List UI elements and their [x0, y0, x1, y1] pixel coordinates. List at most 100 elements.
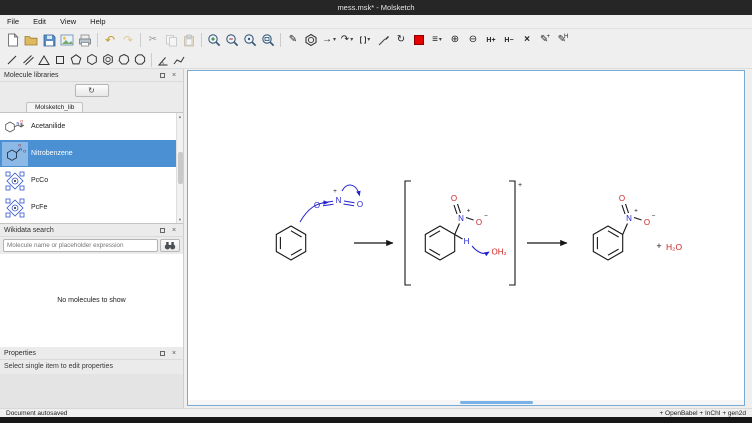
right-bracket[interactable] [509, 181, 515, 285]
menu-edit[interactable]: Edit [26, 17, 53, 26]
zoom-out-button[interactable] [223, 31, 241, 49]
library-scrollbar[interactable]: ▲ ▼ [176, 113, 183, 223]
tab-molsketch-lib[interactable]: Molsketch_lib [26, 102, 83, 112]
zoom-fit-icon [261, 33, 275, 47]
reactant-benzene[interactable] [276, 226, 305, 260]
bracket-tool-button[interactable]: [ ]▾ [356, 31, 374, 49]
zoom-in-button[interactable] [205, 31, 223, 49]
library-item-acetanilide[interactable]: NO Acetanilide [0, 113, 183, 140]
undo-button[interactable]: ↶ [101, 31, 119, 49]
chevron-down-icon: ▾ [350, 37, 353, 43]
atom-label-h[interactable]: H [464, 237, 470, 246]
bond-angle-template-button[interactable] [155, 52, 171, 67]
wikidata-search-input[interactable] [3, 239, 158, 252]
atom-label-n[interactable]: N [458, 214, 464, 223]
atom-label-n[interactable]: N [626, 214, 632, 223]
drawing-canvas[interactable]: O N O + + [187, 70, 745, 406]
nitronium-ion[interactable]: O N O + [300, 185, 363, 222]
title-bar[interactable]: mess.msk* - Molsketch [0, 0, 752, 15]
remove-hydrogen-button[interactable]: H− [500, 31, 518, 49]
double-bond-template-button[interactable] [20, 52, 36, 67]
curved-arrow-tool-button[interactable]: ↷▾ [338, 31, 356, 49]
print-button[interactable] [76, 31, 94, 49]
library-item-pcco[interactable]: PcCo [0, 167, 183, 194]
water-label[interactable]: OH₂ [492, 248, 507, 257]
libraries-float-button[interactable] [157, 70, 167, 80]
atom-label-o[interactable]: O [357, 200, 363, 209]
arenium-intermediate[interactable]: + N O O − + H OH₂ [405, 181, 522, 285]
cyclopropane-template-button[interactable] [36, 52, 52, 67]
float-panel-icon [160, 228, 165, 233]
paste-button[interactable] [180, 31, 198, 49]
benzene-ring-icon [102, 53, 114, 66]
properties-hint: Select single item to edit properties [0, 360, 183, 374]
charge-minus-button[interactable]: ⊖ [464, 31, 482, 49]
atom-label-o[interactable]: O [476, 218, 482, 227]
charge-plus-button[interactable]: ⊕ [446, 31, 464, 49]
torsion-template-button[interactable] [171, 52, 187, 67]
redo-button[interactable]: ↷ [119, 31, 137, 49]
cycloheptane-template-button[interactable] [116, 52, 132, 67]
cyclooctane-template-button[interactable] [132, 52, 148, 67]
library-item-nitrobenzene[interactable]: NOO Nitrobenzene [0, 140, 183, 167]
zoom-fit-button[interactable] [259, 31, 277, 49]
menu-file[interactable]: File [0, 17, 26, 26]
delete-button[interactable]: × [518, 31, 536, 49]
copy-icon [165, 34, 178, 47]
properties-close-button[interactable]: × [169, 348, 179, 358]
ring-tool-button[interactable] [302, 31, 320, 49]
reaction-arrow-tool-button[interactable]: →▾ [320, 31, 338, 49]
cation-charge-label: + [518, 182, 522, 189]
water-product-label[interactable]: H₂O [666, 242, 682, 252]
color-swatch-button[interactable] [410, 31, 428, 49]
cyclobutane-template-button[interactable] [52, 52, 68, 67]
library-refresh-button[interactable]: ↻ [75, 84, 109, 97]
pentagon-ring-icon [70, 53, 82, 66]
libraries-close-button[interactable]: × [169, 70, 179, 80]
copy-button[interactable] [162, 31, 180, 49]
new-document-button[interactable] [4, 31, 22, 49]
atom-label-n[interactable]: N [336, 196, 342, 205]
atom-label-o[interactable]: O [451, 194, 457, 203]
charge-label: + [333, 188, 337, 195]
canvas-hscrollbar-thumb[interactable] [460, 401, 532, 404]
library-item-label: PcCo [31, 177, 48, 184]
add-hydrogen-button[interactable]: H+ [482, 31, 500, 49]
curved-arrow-deprotonation[interactable] [472, 246, 489, 253]
properties-float-button[interactable] [157, 348, 167, 358]
canvas-hscrollbar[interactable] [188, 400, 744, 405]
cut-button[interactable]: ✂ [144, 31, 162, 49]
single-bond-template-button[interactable] [4, 52, 20, 67]
menu-help[interactable]: Help [83, 17, 112, 26]
arrow-icon: → [322, 35, 332, 45]
draw-tool-button[interactable]: ✎ [284, 31, 302, 49]
line-width-button[interactable]: ≡▾ [428, 31, 446, 49]
wikidata-search-button[interactable] [160, 239, 180, 252]
wikidata-close-button[interactable]: × [169, 225, 179, 235]
cyclohexane-template-button[interactable] [84, 52, 100, 67]
zoom-original-button[interactable] [241, 31, 259, 49]
save-button[interactable] [40, 31, 58, 49]
menu-view[interactable]: View [53, 17, 83, 26]
reaction-scheme[interactable]: O N O + + [188, 71, 744, 405]
library-item-pcfe[interactable]: PcFe [0, 194, 183, 221]
atom-label-o[interactable]: O [619, 194, 625, 203]
edit-charge-button[interactable]: ✎+ [536, 31, 554, 49]
libraries-panel-title: Molecule libraries [4, 72, 58, 79]
mechanism-pen-button[interactable] [374, 31, 392, 49]
toolbar-separator [151, 53, 152, 67]
benzene-template-button[interactable] [100, 52, 116, 67]
open-file-button[interactable] [22, 31, 40, 49]
curved-arrow-resonance[interactable] [342, 185, 360, 195]
cyclopentane-template-button[interactable] [68, 52, 84, 67]
close-icon: × [172, 72, 176, 79]
scrollbar-thumb[interactable] [178, 152, 183, 184]
export-image-button[interactable] [58, 31, 76, 49]
product-nitrobenzene[interactable]: N O O − + [593, 194, 655, 260]
left-bracket[interactable] [405, 181, 411, 285]
atom-label-o[interactable]: O [644, 218, 650, 227]
rotate-tool-button[interactable]: ↻ [392, 31, 410, 49]
wikidata-float-button[interactable] [157, 225, 167, 235]
edit-hydrogen-button[interactable]: ✎H [554, 31, 572, 49]
library-list: NO Acetanilide NOO Nitrobenzene PcCo PcF… [0, 112, 183, 224]
